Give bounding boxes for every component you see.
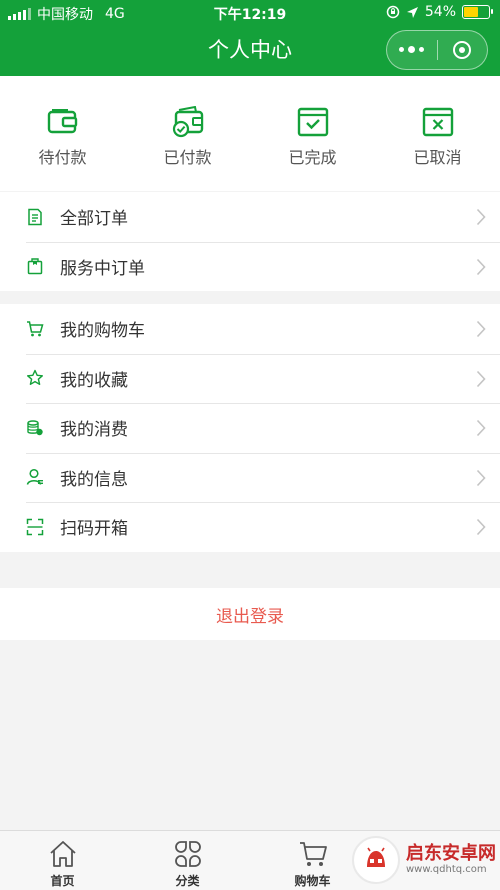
chevron-right-icon: [476, 258, 486, 275]
location-arrow-icon: [406, 6, 418, 18]
close-button[interactable]: [438, 31, 488, 69]
menu-item-in-service-orders[interactable]: 服务中订单: [0, 241, 500, 292]
order-label: 已付款: [163, 148, 212, 167]
coins-icon: [26, 419, 44, 437]
watermark-logo-icon: [352, 836, 400, 884]
battery-percent: 54%: [424, 4, 456, 20]
orientation-lock-icon: [386, 5, 400, 19]
logout-button[interactable]: 退出登录: [0, 588, 500, 640]
box-x-icon: [422, 107, 453, 137]
menu-group-personal: 我的购物车 我的收藏 我的消费 我的信息 扫码开箱: [0, 304, 500, 552]
wallet-icon: [47, 109, 77, 134]
document-list-icon: [26, 208, 44, 226]
menu-item-label: 我的购物车: [60, 321, 145, 342]
chevron-right-icon: [476, 208, 486, 226]
menu-item-label: 全部订单: [60, 209, 128, 230]
order-pending-payment[interactable]: 待付款: [0, 76, 125, 191]
watermark-title: 启东安卓网: [406, 843, 496, 864]
navigation-bar: 个人中心: [0, 26, 500, 76]
order-label: 已取消: [413, 148, 462, 167]
tab-category[interactable]: 分类: [125, 831, 250, 890]
order-status-row: 待付款 已付款 已完成 已取消: [0, 76, 500, 191]
watermark-url: www.qdhtq.com: [406, 864, 487, 875]
order-label: 待付款: [38, 148, 87, 167]
chevron-right-icon: [476, 320, 486, 338]
menu-item-label: 我的信息: [60, 469, 128, 490]
status-right: 54%: [386, 4, 493, 20]
order-label: 已完成: [288, 148, 337, 167]
menu-item-label: 我的消费: [60, 420, 128, 441]
box-check-icon: [297, 107, 328, 137]
menu-item-my-spending[interactable]: 我的消费: [0, 403, 500, 453]
scan-icon: [26, 518, 44, 536]
watermark-text: 启东安卓网 www.qdhtq.com: [406, 844, 496, 876]
user-icon: [26, 468, 44, 486]
battery-icon: [462, 5, 493, 19]
menu-item-my-favorites[interactable]: 我的收藏: [0, 353, 500, 404]
tab-home[interactable]: 首页: [0, 831, 125, 890]
menu-item-my-info[interactable]: 我的信息: [0, 452, 500, 503]
chevron-right-icon: [476, 469, 486, 486]
chevron-right-icon: [476, 419, 486, 437]
menu-item-label: 我的收藏: [60, 370, 128, 391]
category-icon: [174, 841, 201, 867]
more-dots-icon: [399, 46, 425, 53]
menu-item-my-cart[interactable]: 我的购物车: [0, 304, 500, 354]
cart-icon: [26, 320, 44, 338]
menu-item-all-orders[interactable]: 全部订单: [0, 192, 500, 242]
menu-item-label: 服务中订单: [60, 258, 145, 279]
tab-label: 分类: [175, 874, 200, 888]
wallet-check-icon: [172, 106, 203, 138]
mini-program-capsule: [386, 30, 488, 70]
target-circle-icon: [453, 41, 472, 59]
star-icon: [26, 369, 44, 387]
cart-icon: [299, 842, 327, 866]
order-completed[interactable]: 已完成: [250, 76, 375, 191]
tab-label: 首页: [50, 874, 75, 888]
watermark: 启东安卓网 www.qdhtq.com: [352, 836, 496, 884]
status-bar: 中国移动 4G 下午12:19 54%: [0, 0, 500, 26]
order-paid[interactable]: 已付款: [125, 76, 250, 191]
chevron-right-icon: [476, 370, 486, 387]
more-button[interactable]: [387, 31, 437, 69]
order-cancelled[interactable]: 已取消: [375, 76, 500, 191]
chevron-right-icon: [476, 518, 486, 536]
menu-group-orders: 全部订单 服务中订单: [0, 192, 500, 291]
tab-label: 购物车: [294, 874, 331, 888]
menu-item-scan-open-box[interactable]: 扫码开箱: [0, 502, 500, 552]
menu-item-label: 扫码开箱: [60, 519, 128, 540]
home-icon: [49, 841, 76, 867]
shopping-bag-icon: [26, 257, 44, 275]
